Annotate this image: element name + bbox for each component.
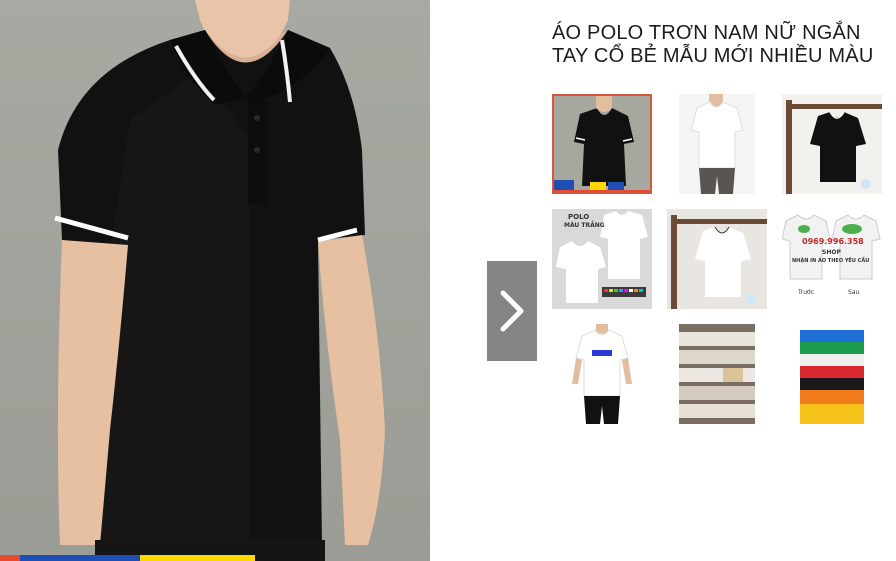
strip-red: [0, 555, 20, 561]
thumbnail-9[interactable]: [794, 324, 870, 424]
thumbnail-5[interactable]: [667, 209, 767, 309]
thumbnail-1[interactable]: [552, 94, 652, 194]
thumbnail-4[interactable]: POLO MÀU TRẮNG: [552, 209, 652, 309]
thumb-white-polo-hanger-image: [667, 209, 767, 309]
thumb-folded-stock-image: [679, 324, 755, 424]
main-image-illustration: [54, 0, 385, 561]
thumb-black-polo-hanger-image: [782, 94, 882, 194]
thumb-black-polo-image: [552, 94, 652, 194]
thumb-front-label: Trước: [798, 289, 815, 296]
thumbnail-grid: POLO MÀU TRẮNG 0969.996.358 SHOP NHẬN IN…: [552, 94, 896, 434]
product-title: ÁO POLO TRƠN NAM NỮ NGẮN TAY CỔ BẺ MẪU M…: [552, 22, 874, 67]
thumb-note: NHẬN IN ÁO THEO YÊU CẦU: [792, 258, 870, 264]
product-gallery-page: ÁO POLO TRƠN NAM NỮ NGẮN TAY CỔ BẺ MẪU M…: [0, 0, 896, 561]
thumb-label-sub: MÀU TRẮNG: [564, 222, 605, 229]
thumb-label-title: POLO: [568, 213, 590, 221]
thumbnail-2[interactable]: [679, 94, 755, 194]
color-strip: [0, 555, 255, 561]
next-image-button[interactable]: [487, 261, 537, 361]
thumbnail-8[interactable]: [679, 324, 755, 424]
main-product-image[interactable]: [0, 0, 430, 561]
thumb-back-label: Sau: [848, 289, 860, 296]
strip-yellow: [140, 555, 255, 561]
thumb-shop: SHOP: [822, 249, 841, 256]
strip-blue: [20, 555, 140, 561]
thumb-print-shop-image: [782, 209, 882, 285]
thumb-white-polo-print-image: [562, 324, 642, 424]
thumb-white-polo-model-image: [679, 94, 755, 194]
thumb-color-stack-image: [794, 324, 870, 424]
chevron-right-icon: [500, 290, 524, 332]
thumbnail-6[interactable]: 0969.996.358 SHOP NHẬN IN ÁO THEO YÊU CẦ…: [782, 209, 882, 309]
thumbnail-3[interactable]: [782, 94, 882, 194]
thumbnail-7[interactable]: [562, 324, 642, 424]
thumb-phone: 0969.996.358: [802, 237, 864, 246]
